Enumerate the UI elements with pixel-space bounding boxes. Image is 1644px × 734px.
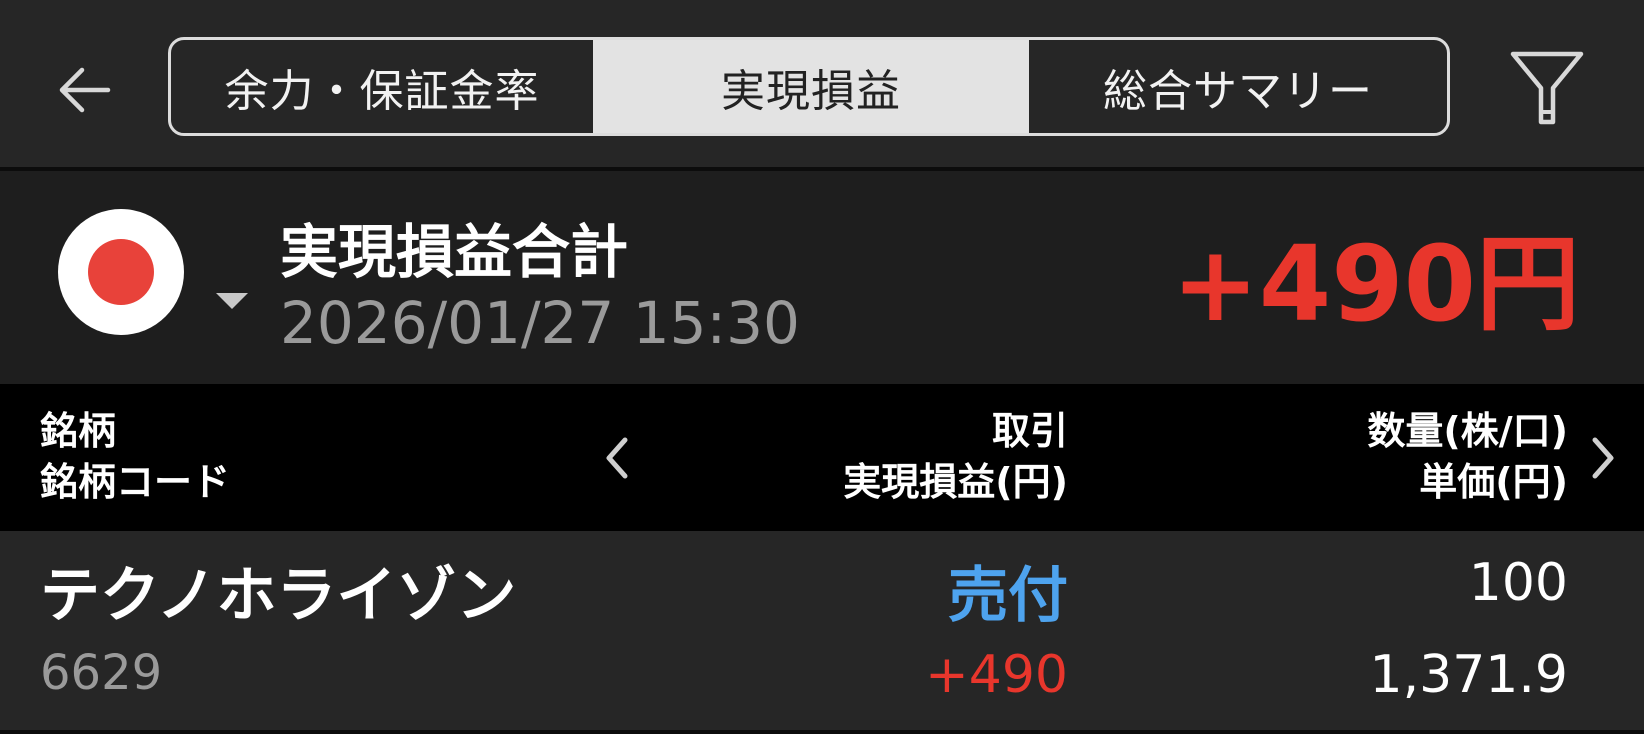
column-header-trade-type: 取引 xyxy=(991,409,1068,453)
market-selector[interactable] xyxy=(58,209,258,337)
summary-title: 実現損益合計 xyxy=(280,218,629,286)
column-header-realized-pl: 実現損益(円) xyxy=(843,460,1068,504)
quantity-value: 100 xyxy=(1468,553,1568,613)
flag-red-circle xyxy=(88,239,154,305)
chevron-down-icon xyxy=(216,293,248,309)
back-button[interactable] xyxy=(44,50,124,130)
realized-pl-value: +490 xyxy=(925,645,1068,705)
table-header: 銘柄 銘柄コード 取引 実現損益(円) 数量(株/口) 単価(円) xyxy=(0,384,1644,531)
tab-switcher: 余力・保証金率 実現損益 総合サマリー xyxy=(168,37,1450,136)
filter-icon xyxy=(1510,51,1584,125)
column-header-security-name: 銘柄 xyxy=(40,409,117,453)
summary-datetime: 2026/01/27 15:30 xyxy=(280,289,800,357)
trade-type: 売付 xyxy=(948,561,1068,631)
realized-pl-summary: 実現損益合計 2026/01/27 15:30 +490円 xyxy=(0,171,1644,384)
chevron-left-icon xyxy=(606,437,628,479)
arrow-left-icon xyxy=(59,67,111,113)
chevron-right-icon xyxy=(1592,437,1614,479)
tab-realized-pl[interactable]: 実現損益 xyxy=(593,40,1029,133)
column-scroll-right-button[interactable] xyxy=(1578,428,1628,488)
column-header-security-code: 銘柄コード xyxy=(40,460,231,504)
summary-total-value: +490円 xyxy=(1171,223,1580,345)
tab-overall-summary[interactable]: 総合サマリー xyxy=(1029,40,1447,133)
top-bar: 余力・保証金率 実現損益 総合サマリー xyxy=(0,0,1644,167)
column-header-security: 銘柄 銘柄コード xyxy=(40,406,230,508)
security-name: テクノホライゾン xyxy=(40,561,517,631)
row-divider xyxy=(0,730,1644,734)
column-scroll-left-button[interactable] xyxy=(592,428,642,488)
column-header-trade: 取引 実現損益(円) xyxy=(843,406,1068,508)
column-header-unit-price: 単価(円) xyxy=(1419,460,1568,504)
japan-flag-icon xyxy=(58,209,184,335)
security-code: 6629 xyxy=(40,645,163,701)
tab-margin-ratio[interactable]: 余力・保証金率 xyxy=(171,40,593,133)
unit-price-value: 1,371.9 xyxy=(1369,645,1568,705)
table-row[interactable]: テクノホライゾン 6629 売付 +490 100 1,371.9 xyxy=(0,531,1644,730)
filter-button[interactable] xyxy=(1504,46,1590,132)
column-header-quantity-label: 数量(株/口) xyxy=(1367,409,1568,453)
column-header-quantity: 数量(株/口) 単価(円) xyxy=(1367,406,1568,508)
